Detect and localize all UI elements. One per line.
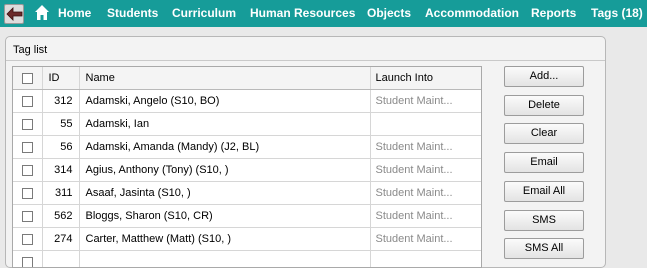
table-row[interactable]: 562 Bloggs, Sharon (S10, CR) Student Mai… (13, 205, 481, 228)
panel-divider (6, 60, 605, 61)
row-id: 274 (42, 228, 79, 251)
nav-reports[interactable]: Reports (531, 6, 576, 20)
nav-accommodation[interactable]: Accommodation (425, 6, 519, 20)
row-name: Adamski, Angelo (S10, BO) (79, 90, 370, 113)
row-launch-into[interactable]: Student Maint... (370, 228, 481, 251)
row-launch-into[interactable] (370, 251, 481, 268)
row-launch-into[interactable]: Student Maint... (370, 90, 481, 113)
row-checkbox[interactable] (22, 211, 33, 222)
home-icon[interactable] (34, 4, 50, 21)
nav-curriculum[interactable]: Curriculum (172, 6, 236, 20)
row-launch-into[interactable] (370, 113, 481, 136)
row-checkbox[interactable] (22, 165, 33, 176)
tag-table: ID Name Launch Into 312 Adamski, Angelo … (12, 66, 482, 268)
row-id: 312 (42, 90, 79, 113)
table-row[interactable]: 311 Asaaf, Jasinta (S10, ) Student Maint… (13, 182, 481, 205)
sms-button[interactable]: SMS (504, 210, 584, 231)
row-launch-into[interactable]: Student Maint... (370, 182, 481, 205)
top-navigation-bar: Home Students Curriculum Human Resources… (0, 0, 647, 27)
row-checkbox[interactable] (22, 142, 33, 153)
table-row[interactable]: 56 Adamski, Amanda (Mandy) (J2, BL) Stud… (13, 136, 481, 159)
row-checkbox[interactable] (22, 96, 33, 107)
tag-list-panel: Tag list ID Name Launch Into 312 Adamski… (5, 36, 606, 268)
row-name: Asaaf, Jasinta (S10, ) (79, 182, 370, 205)
delete-button[interactable]: Delete (504, 95, 584, 116)
back-button[interactable] (4, 4, 24, 24)
table-header-row: ID Name Launch Into (13, 67, 481, 90)
row-checkbox[interactable] (22, 257, 33, 268)
select-all-checkbox[interactable] (22, 73, 33, 84)
row-id (42, 251, 79, 268)
row-id: 56 (42, 136, 79, 159)
row-id: 314 (42, 159, 79, 182)
row-name: Adamski, Ian (79, 113, 370, 136)
row-checkbox[interactable] (22, 119, 33, 130)
table-row[interactable]: 55 Adamski, Ian (13, 113, 481, 136)
row-launch-into[interactable]: Student Maint... (370, 205, 481, 228)
table-row[interactable]: 312 Adamski, Angelo (S10, BO) Student Ma… (13, 90, 481, 113)
row-name (79, 251, 370, 268)
nav-students[interactable]: Students (107, 6, 158, 20)
clear-button[interactable]: Clear (504, 123, 584, 144)
table-row[interactable]: 314 Agius, Anthony (Tony) (S10, ) Studen… (13, 159, 481, 182)
email-all-button[interactable]: Email All (504, 181, 584, 202)
row-id: 311 (42, 182, 79, 205)
row-id: 562 (42, 205, 79, 228)
row-id: 55 (42, 113, 79, 136)
email-button[interactable]: Email (504, 152, 584, 173)
select-all-cell (13, 67, 42, 90)
table-row[interactable]: 274 Carter, Matthew (Matt) (S10, ) Stude… (13, 228, 481, 251)
row-name: Carter, Matthew (Matt) (S10, ) (79, 228, 370, 251)
back-arrow-icon (6, 7, 24, 22)
row-name: Agius, Anthony (Tony) (S10, ) (79, 159, 370, 182)
panel-title: Tag list (13, 44, 47, 56)
column-header-name[interactable]: Name (79, 67, 370, 90)
row-launch-into[interactable]: Student Maint... (370, 136, 481, 159)
row-name: Adamski, Amanda (Mandy) (J2, BL) (79, 136, 370, 159)
row-name: Bloggs, Sharon (S10, CR) (79, 205, 370, 228)
row-launch-into[interactable]: Student Maint... (370, 159, 481, 182)
table-row[interactable] (13, 251, 481, 268)
nav-home[interactable]: Home (58, 6, 91, 20)
add-button[interactable]: Add... (504, 66, 584, 87)
sms-all-button[interactable]: SMS All (504, 238, 584, 259)
nav-human-resources[interactable]: Human Resources (250, 6, 355, 20)
column-header-launch-into[interactable]: Launch Into (370, 67, 481, 90)
nav-tags[interactable]: Tags (18) (591, 6, 643, 20)
row-checkbox[interactable] (22, 234, 33, 245)
column-header-id[interactable]: ID (42, 67, 79, 90)
row-checkbox[interactable] (22, 188, 33, 199)
nav-objects[interactable]: Objects (367, 6, 411, 20)
